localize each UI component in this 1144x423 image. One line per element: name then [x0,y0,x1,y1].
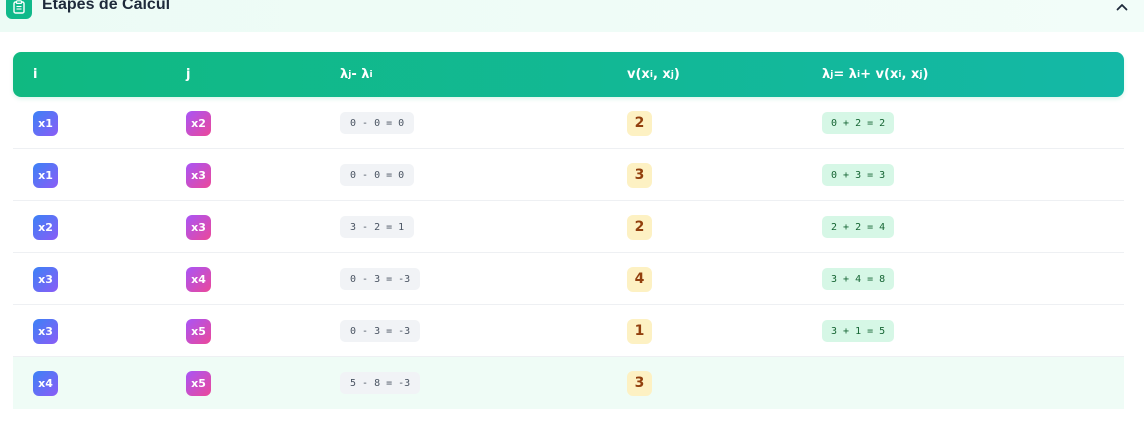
header-i: i [33,67,38,82]
table-row: x3 x4 0 - 3 = -3 4 3 + 4 = 8 [13,253,1124,305]
lambda-update-chip: 3 + 1 = 5 [822,320,895,342]
node-i-badge: x4 [33,370,58,396]
node-i-badge: x1 [33,162,58,188]
lambda-diff-chip: 5 - 8 = -3 [340,372,421,394]
node-i-badge: x2 [33,214,58,240]
panel-header[interactable]: Étapes de Calcul [0,0,1144,32]
steps-table: i j λj - λi v(x i, x j) λj = λi + v(x i, xj… [13,52,1124,409]
table-row: x1 x2 0 - 0 = 0 2 0 + 2 = 2 [13,97,1124,149]
node-j-badge: x4 [186,266,211,292]
header-j: j [186,67,191,82]
node-j-badge: x3 [186,162,211,188]
table-body: x1 x2 0 - 0 = 0 2 0 + 2 = 2 x1 x3 0 - 0 = 0 3 0 +… [13,97,1124,409]
collapse-button[interactable] [1110,0,1134,18]
header-edge-weight: v(x i, x j) [627,67,680,82]
table-row: x1 x3 0 - 0 = 0 3 0 + 3 = 3 [13,149,1124,201]
table-row: x4 x5 5 - 8 = -3 3 [13,357,1124,409]
node-i-badge: x1 [33,110,58,136]
lambda-update-chip: 3 + 4 = 8 [822,268,895,290]
lambda-diff-chip: 0 - 0 = 0 [340,164,415,186]
table-row: x2 x3 3 - 2 = 1 2 2 + 2 = 4 [13,201,1124,253]
clipboard-icon [6,0,32,19]
node-j-badge: x5 [186,318,211,344]
lambda-update-chip: 0 + 3 = 3 [822,164,895,186]
table-header: i j λj - λi v(x i, x j) λj = λi + v(x i, xj… [13,52,1124,97]
lambda-diff-chip: 0 - 0 = 0 [340,112,415,134]
node-i-badge: x3 [33,266,58,292]
lambda-update-chip: 0 + 2 = 2 [822,112,895,134]
node-j-badge: x5 [186,370,211,396]
edge-weight-badge: 3 [627,162,652,188]
panel-title: Étapes de Calcul [42,0,171,13]
edge-weight-badge: 4 [627,266,652,292]
node-i-badge: x3 [33,318,58,344]
node-j-badge: x2 [186,110,211,136]
header-lambda-update: λj = λi + v(x i, x j) [822,67,929,82]
lambda-diff-chip: 0 - 3 = -3 [340,320,421,342]
table-row: x3 x5 0 - 3 = -3 1 3 + 1 = 5 [13,305,1124,357]
edge-weight-badge: 1 [627,318,652,344]
chevron-up-icon [1116,4,1128,11]
lambda-diff-chip: 0 - 3 = -3 [340,268,421,290]
edge-weight-badge: 2 [627,214,652,240]
edge-weight-badge: 2 [627,110,652,136]
edge-weight-badge: 3 [627,370,652,396]
lambda-update-chip: 2 + 2 = 4 [822,216,895,238]
lambda-diff-chip: 3 - 2 = 1 [340,216,415,238]
header-lambda-diff: λj - λi [340,67,373,82]
node-j-badge: x3 [186,214,211,240]
